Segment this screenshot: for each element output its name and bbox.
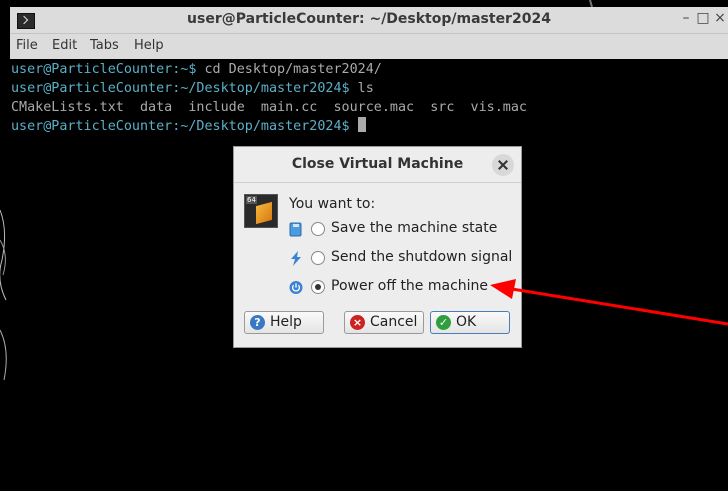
- save-state-icon: [289, 222, 302, 237]
- terminal-line: user@ParticleCounter:~/Desktop/master202…: [11, 117, 366, 136]
- close-window-button[interactable]: ×: [712, 10, 728, 26]
- dialog-title: Close Virtual Machine: [291, 156, 464, 172]
- dialog-close-icon[interactable]: [492, 154, 514, 176]
- help-icon: ?: [250, 315, 265, 330]
- menu-edit[interactable]: Edit: [52, 38, 77, 53]
- virtualbox-logo-icon: 64: [244, 194, 278, 228]
- ok-button[interactable]: ✓ OK: [430, 311, 510, 334]
- menu-bar: File Edit Tabs Help: [10, 34, 728, 59]
- terminal-prompt: user@ParticleCounter:~/Desktop/master202…: [11, 119, 350, 134]
- cancel-button-label: Cancel: [370, 314, 418, 330]
- radio-shutdown-signal[interactable]: [311, 251, 325, 265]
- help-button-label: Help: [270, 314, 302, 330]
- terminal-cursor: [357, 117, 366, 132]
- terminal-line: user@ParticleCounter:~/Desktop/master202…: [11, 79, 374, 98]
- title-bar[interactable]: user@ParticleCounter: ~/Desktop/master20…: [10, 7, 728, 34]
- power-icon: [289, 281, 303, 294]
- dialog-prompt: You want to:: [289, 196, 376, 212]
- cancel-icon: ×: [350, 315, 365, 330]
- option-power-off[interactable]: Power off the machine: [289, 277, 519, 299]
- terminal-line: CMakeLists.txt data include main.cc sour…: [11, 98, 527, 117]
- terminal-line: user@ParticleCounter:~$ cd Desktop/maste…: [11, 60, 382, 79]
- option-shutdown-signal[interactable]: Send the shutdown signal: [289, 248, 519, 270]
- radio-power-off[interactable]: [311, 280, 325, 294]
- terminal-prompt: user@ParticleCounter:~$: [11, 62, 197, 77]
- radio-save-state[interactable]: [311, 222, 325, 236]
- terminal-text: CMakeLists.txt data include main.cc sour…: [11, 100, 527, 115]
- dialog-divider: [234, 182, 521, 183]
- close-vm-dialog: Close Virtual Machine 64 You want to: Sa…: [233, 146, 522, 348]
- option-label: Save the machine state: [331, 220, 498, 236]
- logo-badge: 64: [246, 196, 257, 204]
- option-save-state[interactable]: Save the machine state: [289, 219, 519, 241]
- ok-button-label: OK: [456, 314, 477, 330]
- help-button[interactable]: ? Help: [244, 311, 324, 334]
- window-title: user@ParticleCounter: ~/Desktop/master20…: [187, 11, 551, 27]
- terminal-text: cd Desktop/master2024/: [196, 62, 382, 77]
- menu-help[interactable]: Help: [134, 38, 164, 53]
- terminal-prompt: user@ParticleCounter:~/Desktop/master202…: [11, 81, 350, 96]
- cancel-button[interactable]: × Cancel: [344, 311, 424, 334]
- minimize-button[interactable]: –: [678, 10, 694, 26]
- menu-tabs[interactable]: Tabs: [90, 38, 119, 53]
- terminal-text: ls: [349, 81, 374, 96]
- lightning-icon: [291, 251, 301, 266]
- option-label: Send the shutdown signal: [331, 249, 513, 265]
- option-label: Power off the machine: [331, 278, 489, 294]
- menu-file[interactable]: File: [16, 38, 38, 53]
- ok-check-icon: ✓: [436, 315, 451, 330]
- maximize-button[interactable]: □: [695, 10, 711, 26]
